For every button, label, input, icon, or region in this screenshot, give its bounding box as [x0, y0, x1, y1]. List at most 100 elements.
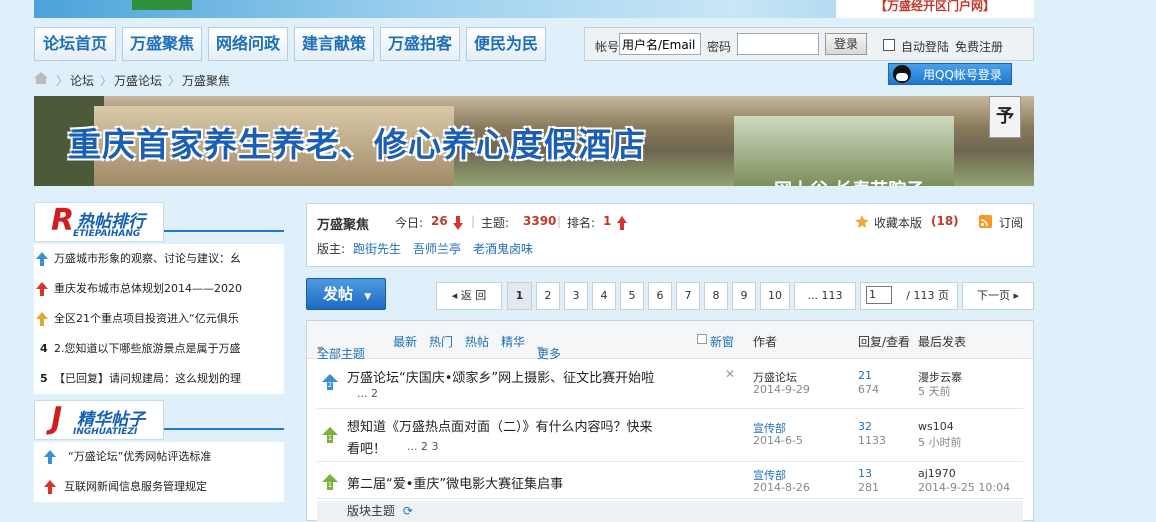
thread-date: 2014-8-26	[753, 481, 810, 494]
page-3[interactable]: 3	[564, 282, 588, 310]
ad-banner[interactable]: 重庆首家养生养老、修心养心度假酒店 予 网上谷 长寿艺院子	[34, 96, 1034, 186]
prev-page-button[interactable]: ◂ 返 回	[436, 282, 502, 310]
list-item[interactable]: 互联网新闻信息服务管理规定	[34, 472, 284, 502]
list-item[interactable]: 5 【已回复】请问规建局：这么规划的理	[34, 364, 284, 394]
table-row[interactable]: 1 第二届“爱•重庆”微电影大赛征集启事 宣传部 2014-8-26 13 28…	[317, 463, 1023, 499]
next-label: 下一页	[976, 289, 1010, 302]
essence-post-title: “万盛论坛”优秀网帖评选标准	[68, 450, 212, 463]
table-row[interactable]: 2 万盛论坛“庆国庆•颂家乡”网上摄影、征文比赛开始啦 ... 2 ✕ 万盛论坛…	[317, 359, 1023, 409]
moderator-link[interactable]: 吾师兰亭	[413, 240, 461, 257]
sidebar: R 热帖排行 ETIEPAIHANG 万盛城市形象的观察、讨论与建议：幺 重庆发…	[34, 200, 284, 502]
page-4[interactable]: 4	[592, 282, 616, 310]
essence-posts-header: J 精华帖子 INGHUATIEZI	[34, 398, 284, 442]
list-item[interactable]: 全区21个重点项目投资进入“亿元俱乐	[34, 304, 284, 334]
list-item[interactable]: “万盛论坛”优秀网帖评选标准	[34, 442, 284, 472]
moderator-link[interactable]: 跑街先生	[353, 240, 401, 257]
thread-list-header: 全部主题 ▼ 最新 热门 热帖 精华 更多 ▼ 新窗 作者 回复/查看 最后发表	[307, 321, 1033, 361]
section-topics-bar: 版块主题 ⟳	[317, 501, 1023, 522]
list-item[interactable]: 万盛城市形象的观察、讨论与建议：幺	[34, 244, 284, 274]
arrow-down-icon	[453, 216, 463, 230]
last-poster[interactable]: aj1970	[918, 467, 956, 480]
last-post-time[interactable]: 2014-9-25 10:04	[918, 481, 1010, 494]
nav-wansheng-focus[interactable]: 万盛聚焦	[122, 27, 202, 61]
nav-online-inquiry[interactable]: 网络问政	[208, 27, 288, 61]
thread-title-cont[interactable]: 看吧！	[347, 438, 386, 457]
register-link[interactable]: 免费注册	[955, 38, 1003, 55]
forum-name: 万盛聚焦	[317, 218, 370, 233]
list-item[interactable]: 重庆发布城市总体规划2014——2020	[34, 274, 284, 304]
page-6[interactable]: 6	[648, 282, 672, 310]
portal-link[interactable]: 【万盛经开区门户网】	[836, 0, 1034, 18]
crumb-wansheng-focus[interactable]: 万盛聚焦	[182, 72, 230, 89]
filter-digest[interactable]: 精华	[501, 333, 525, 350]
thread-title[interactable]: 第二届“爱•重庆”微电影大赛征集启事	[347, 473, 563, 492]
favorite-link[interactable]: 收藏本版	[874, 214, 922, 231]
page-10[interactable]: 10	[760, 282, 790, 310]
auto-login-label[interactable]: 自动登陆	[901, 38, 949, 55]
page-7[interactable]: 7	[676, 282, 700, 310]
chevron-down-icon: ▼	[537, 345, 544, 354]
section-topics-label: 版块主题	[347, 504, 396, 518]
thread-pages[interactable]: ... 2	[357, 387, 378, 400]
green-block	[132, 0, 192, 10]
new-window-checkbox[interactable]	[697, 334, 707, 344]
rank-up-icon	[44, 450, 56, 464]
new-post-label: 发帖	[323, 285, 354, 303]
last-poster[interactable]: ws104	[918, 420, 954, 433]
forum-info-panel: 万盛聚焦 今日: 26 | 主题: 3390 | 排名: 1 版主: 跑街先生 …	[306, 203, 1034, 267]
page-input[interactable]: 1	[866, 286, 892, 304]
refresh-icon[interactable]: ⟳	[403, 504, 413, 518]
rank-number: 5	[40, 372, 48, 385]
page-9[interactable]: 9	[732, 282, 756, 310]
thread-title[interactable]: 想知道《万盛热点面对面（二）》有什么内容吗？快来	[347, 416, 653, 435]
page-last[interactable]: ... 113	[794, 282, 856, 310]
essence-posts-list: “万盛论坛”优秀网帖评选标准 互联网新闻信息服务管理规定	[34, 442, 284, 502]
login-button[interactable]: 登录	[825, 33, 867, 55]
nav-forum-home[interactable]: 论坛首页	[34, 27, 116, 61]
logo-letter: R	[51, 203, 75, 238]
nav-suggestions[interactable]: 建言献策	[294, 27, 374, 61]
page-5[interactable]: 5	[620, 282, 644, 310]
auto-login-checkbox[interactable]	[883, 39, 895, 51]
reply-count: 13	[858, 467, 872, 480]
today-label: 今日:	[395, 216, 424, 230]
password-input[interactable]	[737, 33, 819, 55]
pagination-toolbar: 发帖 ▼ ◂ 返 回 1 2 3 4 5 6 7 8 9 10 ... 113 …	[306, 278, 1034, 314]
close-icon[interactable]: ✕	[725, 367, 735, 381]
thread-pages[interactable]: ... 2 3	[407, 440, 438, 453]
home-icon[interactable]	[34, 72, 48, 84]
chevron-down-icon: ▼	[317, 345, 324, 354]
thread-title[interactable]: 万盛论坛“庆国庆•颂家乡”网上摄影、征文比赛开始啦	[347, 367, 654, 386]
nav-photographers[interactable]: 万盛拍客	[380, 27, 460, 61]
new-window-label[interactable]: 新窗	[710, 333, 734, 350]
list-item[interactable]: 4 2.您知道以下哪些旅游景点是属于万盛	[34, 334, 284, 364]
table-row[interactable]: 1 想知道《万盛热点面对面（二）》有什么内容吗？快来 看吧！ ... 2 3 宣…	[317, 410, 1023, 462]
rank-value: 1	[603, 214, 612, 228]
last-post-time[interactable]: 5 天前	[918, 383, 951, 399]
logo-letter: J	[51, 401, 63, 436]
svg-text:1: 1	[328, 481, 332, 489]
account-input[interactable]	[619, 33, 701, 55]
essence-post-title: 互联网新闻信息服务管理规定	[64, 480, 207, 493]
next-page-button[interactable]: 下一页 ▸	[962, 282, 1034, 310]
logo-pinyin: ETIEPAIHANG	[73, 229, 141, 239]
rank-label: 排名:	[567, 216, 596, 230]
nav-convenience[interactable]: 便民为民	[466, 27, 546, 61]
page-8[interactable]: 8	[704, 282, 728, 310]
last-post-time[interactable]: 5 小时前	[918, 434, 962, 450]
qq-login-button[interactable]: 用QQ帐号登录	[888, 63, 1012, 85]
subscribe-link[interactable]: 订阅	[999, 214, 1023, 231]
moderator-link[interactable]: 老酒鬼卤味	[473, 240, 533, 257]
prev-label: 返 回	[460, 289, 487, 302]
new-post-button[interactable]: 发帖 ▼	[306, 278, 386, 310]
filter-hot-posts[interactable]: 热帖	[465, 333, 489, 350]
chevron-down-icon: ▼	[364, 292, 372, 302]
crumb-sep-icon: 〉	[100, 74, 113, 88]
filter-hot[interactable]: 热门	[429, 333, 453, 350]
crumb-wansheng-forum[interactable]: 万盛论坛	[114, 72, 162, 89]
page-2[interactable]: 2	[536, 282, 560, 310]
page-1[interactable]: 1	[507, 282, 532, 310]
crumb-forum[interactable]: 论坛	[70, 72, 94, 89]
main-nav: 论坛首页 万盛聚焦 网络问政 建言献策 万盛拍客 便民为民 帐号 密码 登录 自…	[34, 27, 1034, 63]
filter-latest[interactable]: 最新	[393, 333, 417, 350]
